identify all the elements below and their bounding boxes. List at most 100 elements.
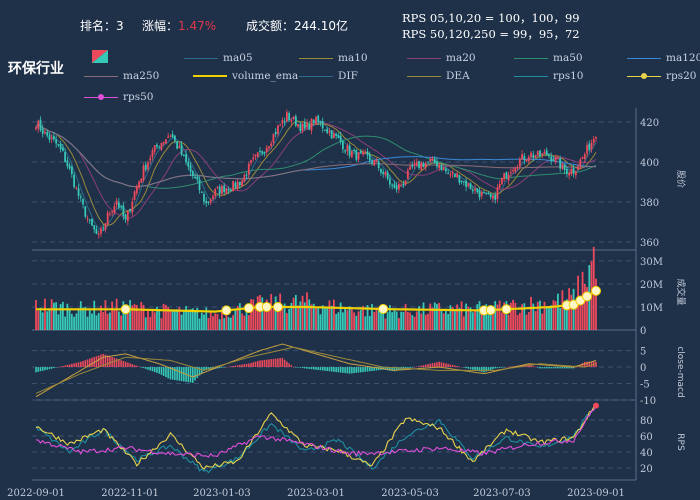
candle-body (429, 159, 432, 162)
candle-body (341, 141, 344, 150)
volume-bar (346, 310, 349, 330)
candle-body (456, 173, 459, 178)
candle-body (397, 183, 400, 190)
candle-body (319, 121, 322, 123)
candle-body (339, 136, 342, 143)
volume-bar (478, 301, 481, 330)
volume-bar (406, 311, 409, 330)
candle-body (151, 150, 154, 158)
candle-body (126, 210, 129, 222)
price-tick-label: 380 (640, 198, 659, 209)
macd-histogram-bar (59, 366, 62, 368)
volume-bar (498, 300, 501, 330)
volume-bar (557, 293, 559, 330)
candle-body (424, 163, 427, 168)
candle-body (265, 147, 268, 153)
volume-bar (395, 311, 398, 330)
candle-body (187, 162, 190, 167)
volume-bar (447, 314, 450, 330)
macd-histogram-bar (364, 367, 367, 372)
volume-bar (397, 318, 400, 330)
price-axis-label: 股价 (675, 170, 686, 188)
rps-tick-label: 80 (640, 416, 653, 427)
volume-bar (272, 309, 275, 330)
volume-ema-marker (221, 305, 232, 316)
volume-bar (436, 303, 438, 330)
macd-histogram-bar (351, 367, 353, 374)
candle-body (324, 130, 326, 132)
candle-body (238, 181, 241, 186)
macd-histogram-bar (315, 367, 317, 370)
macd-histogram-bar (239, 364, 241, 368)
volume-bar (252, 299, 255, 330)
candle-body (389, 178, 391, 185)
volume-bar (440, 310, 443, 330)
candle-body (285, 112, 288, 122)
macd-histogram-bar (165, 367, 167, 378)
candle-body (505, 172, 508, 179)
volume-bar (427, 313, 429, 330)
volume-bar (212, 316, 214, 330)
candle-body (93, 225, 96, 230)
rps-line-rps10 (35, 405, 597, 474)
candle-body (590, 142, 593, 150)
macd-histogram-bar (180, 367, 183, 382)
candle-body (393, 184, 396, 188)
candle-body (82, 199, 84, 205)
macd-histogram-bar (348, 367, 351, 374)
volume-bar (333, 299, 335, 330)
volume-bar (344, 307, 347, 330)
candle-body (301, 123, 304, 131)
candle-body (512, 169, 515, 172)
candle-body (382, 171, 385, 174)
candle-body (218, 186, 221, 194)
candle-body (149, 158, 152, 161)
macd-histogram-bar (411, 367, 414, 368)
volume-bar (357, 311, 360, 330)
volume-bar (144, 317, 147, 330)
volume-bar (75, 313, 78, 330)
candle-body (205, 200, 208, 204)
volume-bar (384, 318, 387, 330)
candle-body (315, 116, 317, 125)
macd-panel (35, 343, 597, 398)
volume-bar (109, 312, 111, 330)
macd-histogram-bar (333, 367, 335, 372)
volume-bar (129, 300, 131, 330)
volume-bar (102, 311, 105, 330)
candle-body (104, 223, 107, 230)
candle-body (198, 179, 201, 191)
volume-bar (241, 313, 243, 330)
macd-histogram-bar (326, 367, 328, 372)
candle-body (326, 128, 329, 133)
candle-body (111, 211, 114, 213)
candle-body (465, 180, 467, 187)
macd-histogram-bar (449, 364, 452, 368)
candle-body (568, 172, 571, 176)
macd-histogram-bar (151, 367, 154, 372)
candle-body (245, 174, 248, 176)
macd-histogram-bar (230, 366, 232, 368)
candle-body (294, 116, 297, 126)
candle-body (471, 189, 474, 192)
macd-histogram-bar (299, 367, 302, 368)
candle-body (263, 152, 266, 154)
volume-bar (583, 283, 586, 330)
stock-chart: 360 380 400 420 股价 0 10M 20M 30M 成交量 -10 -5 0 5 close-… (7, 108, 687, 499)
candle-body (144, 164, 147, 170)
candle-body (453, 174, 456, 177)
volume-axis-label: 成交量 (675, 278, 687, 305)
macd-histogram-bar (362, 367, 364, 373)
volume-bar (337, 312, 340, 330)
volume-bar (61, 301, 64, 330)
volume-bar (53, 302, 55, 330)
candle-body (492, 195, 494, 199)
rps-tick-label: 60 (640, 432, 653, 443)
volume-bar (438, 302, 441, 330)
candle-body (194, 176, 196, 179)
volume-bar (386, 312, 389, 330)
volume-bar (158, 310, 161, 330)
macd-histogram-bar (360, 367, 362, 373)
macd-histogram-bar (120, 360, 122, 368)
candle-body (303, 122, 306, 129)
